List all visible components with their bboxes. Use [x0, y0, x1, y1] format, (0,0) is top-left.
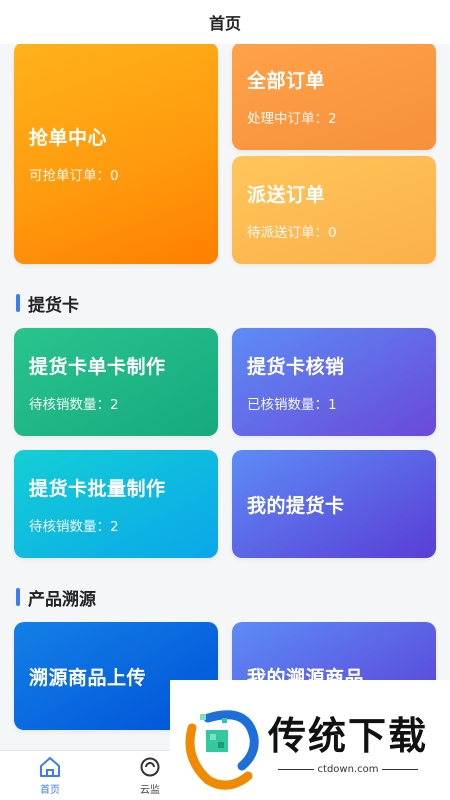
card-subtitle: 已核销数量：1 [247, 396, 337, 413]
section-title: 提货卡 [28, 295, 79, 316]
card-subtitle: 待核销数量：2 [29, 396, 119, 413]
all-orders-card[interactable]: 全部订单 处理中订单：2 [232, 44, 436, 150]
tab-label: 云监 [140, 785, 160, 796]
card-title: 提货卡批量制作 [29, 477, 166, 500]
section-title: 产品溯源 [28, 589, 96, 610]
cloud-monitor-icon [140, 757, 160, 777]
card-title: 我的提货卡 [247, 494, 345, 517]
divider [382, 769, 419, 770]
section-header-trace: 产品溯源 [16, 586, 96, 610]
delivery-orders-card[interactable]: 派送订单 待派送订单：0 [232, 156, 436, 264]
card-title: 全部订单 [247, 69, 326, 92]
watermark-brand: 传统下载 [268, 714, 429, 758]
single-card-make-card[interactable]: 提货卡单卡制作 待核销数量：2 [14, 328, 218, 436]
card-title: 提货卡单卡制作 [29, 355, 166, 378]
divider [277, 769, 314, 770]
card-title: 抢单中心 [29, 126, 108, 149]
tab-label: 首页 [40, 785, 60, 796]
section-header-pickup-card: 提货卡 [16, 292, 79, 316]
card-subtitle: 待核销数量：2 [29, 518, 119, 535]
grab-orders-card[interactable]: 抢单中心 可抢单订单：0 [14, 44, 218, 264]
my-pickup-cards-card[interactable]: 我的提货卡 [232, 450, 436, 558]
watermark-domain: ctdown.com [317, 764, 379, 775]
card-subtitle: 待派送订单：0 [247, 224, 337, 241]
card-title: 派送订单 [247, 183, 326, 206]
main-content[interactable]: 抢单中心 可抢单订单：0 全部订单 处理中订单：2 派送订单 待派送订单：0 提… [0, 44, 450, 750]
card-title: 提货卡核销 [247, 355, 345, 378]
batch-card-make-card[interactable]: 提货卡批量制作 待核销数量：2 [14, 450, 218, 558]
card-verify-card[interactable]: 提货卡核销 已核销数量：1 [232, 328, 436, 436]
home-icon [40, 757, 60, 777]
watermark-domain-row: ctdown.com [274, 764, 423, 775]
watermark-overlay: 传统下载 ctdown.com [170, 680, 450, 800]
section-accent-bar [16, 294, 20, 312]
watermark-logo-icon [185, 710, 259, 790]
watermark-text: 传统下载 ctdown.com [268, 705, 428, 775]
app-header: 首页 [0, 0, 450, 44]
page-title: 首页 [208, 14, 241, 33]
card-subtitle: 处理中订单：2 [247, 110, 337, 127]
tab-home[interactable]: 首页 [0, 751, 100, 800]
card-subtitle: 可抢单订单：0 [29, 167, 119, 184]
section-accent-bar [16, 588, 20, 606]
